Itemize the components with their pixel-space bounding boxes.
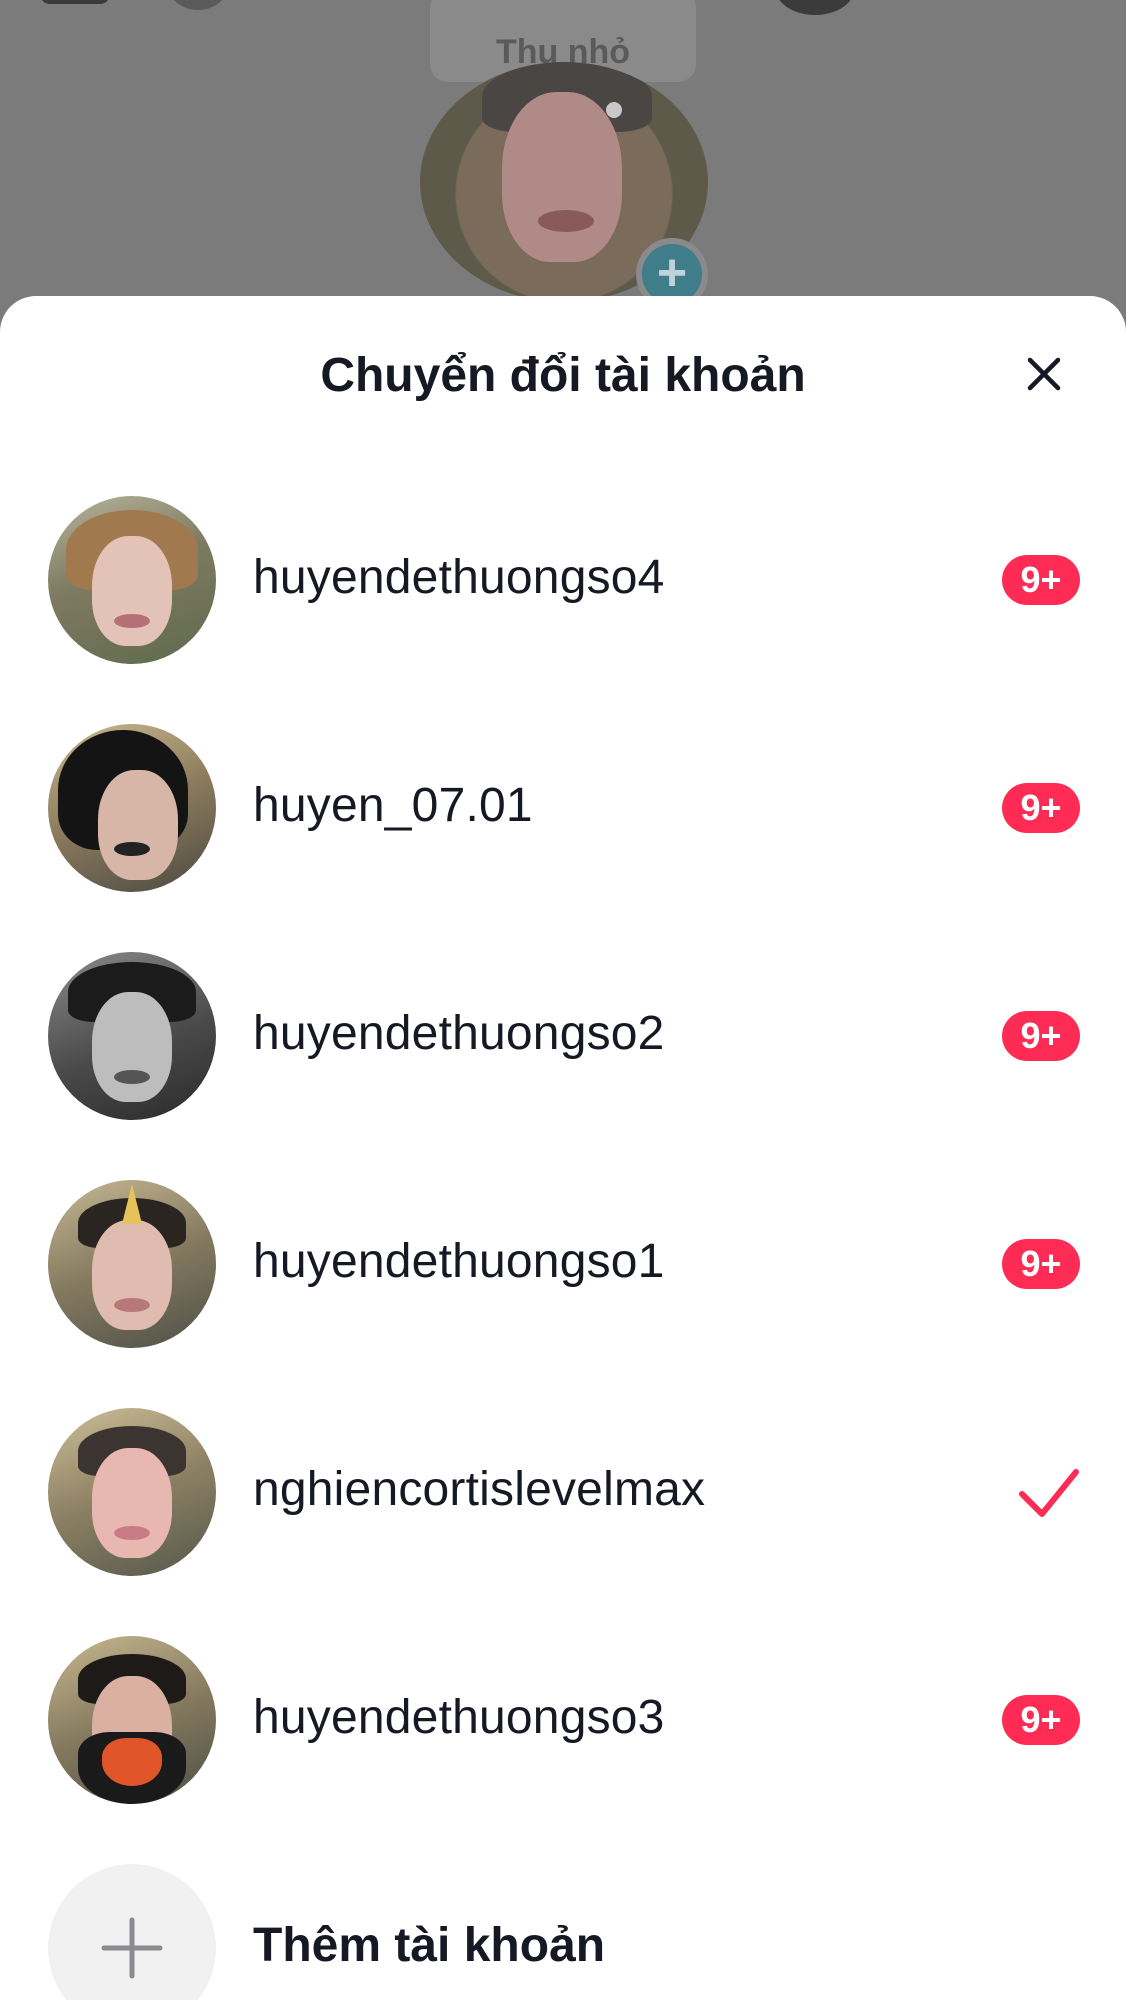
unicorn-horn-icon [122, 1184, 142, 1224]
account-row[interactable]: huyendethuongso2 9+ [0, 922, 1126, 1150]
account-username: huyen_07.01 [253, 779, 533, 832]
avatar-mouth [114, 842, 150, 856]
plus-icon [101, 1917, 163, 1979]
avatar-mouth [114, 614, 150, 628]
account-row[interactable]: huyen_07.01 9+ [0, 694, 1126, 922]
avatar-face [92, 1220, 172, 1330]
sheet-title: Chuyển đổi tài khoản [320, 349, 806, 402]
account-row-selected[interactable]: nghiencortislevelmax [0, 1378, 1126, 1606]
profile-backdrop: Thu nhỏ + [0, 0, 1126, 320]
avatar [48, 1180, 216, 1348]
avatar-mouth [114, 1526, 150, 1540]
avatar-face [92, 1448, 172, 1558]
account-row[interactable]: huyendethuongso3 9+ [0, 1606, 1126, 1834]
add-account-label: Thêm tài khoản [253, 1919, 606, 1972]
avatar-face [502, 92, 622, 262]
account-row[interactable]: huyendethuongso4 9+ [0, 466, 1126, 694]
account-username: huyendethuongso1 [253, 1235, 665, 1288]
avatar [48, 496, 216, 664]
notification-badge: 9+ [1002, 555, 1080, 605]
skull-icon [102, 1738, 162, 1786]
add-account-button[interactable] [48, 1864, 216, 2000]
checkmark-icon [1019, 1469, 1079, 1517]
account-username: huyendethuongso3 [253, 1691, 665, 1744]
avatar [48, 1408, 216, 1576]
avatar-mouth [114, 1298, 150, 1312]
notification-badge: 9+ [1002, 1239, 1080, 1289]
account-row[interactable]: huyendethuongso1 9+ [0, 1150, 1126, 1378]
avatar [48, 724, 216, 892]
close-icon [1027, 357, 1061, 391]
avatar [775, 0, 855, 15]
avatar-face [92, 992, 172, 1102]
add-account-row[interactable]: Thêm tài khoản [0, 1834, 1126, 2000]
switch-account-sheet: Chuyển đổi tài khoản huyendethuongso4 9+… [0, 296, 1126, 2000]
notification-badge: 9+ [1002, 1695, 1080, 1745]
avatar [48, 952, 216, 1120]
back-icon [40, 0, 110, 4]
account-username: nghiencortislevelmax [253, 1463, 706, 1516]
avatar-lips [538, 210, 594, 232]
notification-badge: 9+ [1002, 783, 1080, 833]
avatar [48, 1636, 216, 1804]
avatar-face [92, 536, 172, 646]
avatar-mouth [114, 1070, 150, 1084]
account-username: huyendethuongso2 [253, 1007, 665, 1060]
account-list: huyendethuongso4 9+ huyen_07.01 9+ huyen… [0, 466, 1126, 2000]
avatar-face [98, 770, 178, 880]
close-button[interactable] [1014, 344, 1074, 404]
avatar [168, 0, 228, 10]
account-username: huyendethuongso4 [253, 551, 665, 604]
notification-badge: 9+ [1002, 1011, 1080, 1061]
tooltip-pointer [606, 102, 622, 118]
